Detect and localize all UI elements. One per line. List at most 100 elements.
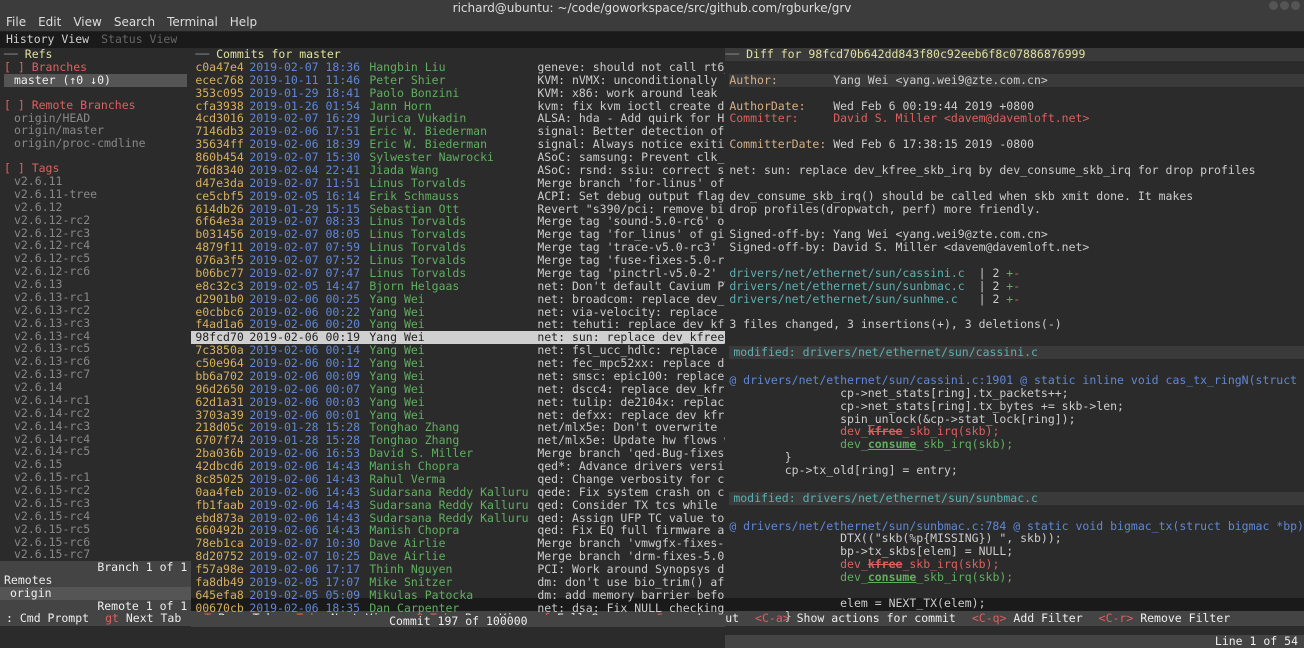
commit-row[interactable]: 4879f112019-02-07 07:59 Linus TorvaldsMe… <box>191 241 725 254</box>
window-controls <box>1269 1 1300 10</box>
commit-row[interactable]: ecec7682019-10-11 11:46 Peter ShierKVM: … <box>191 74 725 87</box>
ref-tag[interactable]: v2.6.13 <box>4 278 187 291</box>
diff-ctx: } <box>729 609 791 623</box>
diff-signoff-2: Signed-off-by: David S. Miller <davem@da… <box>729 240 1089 254</box>
maximize-button[interactable] <box>1280 1 1289 10</box>
ref-tag[interactable]: v2.6.14-rc2 <box>4 407 187 420</box>
ref-tag[interactable]: v2.6.11 <box>4 175 187 188</box>
diff-ctx: cp->tx_old[ring] = entry; <box>729 463 957 477</box>
window-title: richard@ubuntu: ~/code/goworkspace/src/g… <box>453 1 852 15</box>
commit-row[interactable]: 4cd30162019-02-07 16:29 Jurica VukadinAL… <box>191 112 725 125</box>
diff-author-line: Author: Yang Wei <yang.wei9@zte.com.cn> <box>729 74 1304 87</box>
menu-search[interactable]: Search <box>114 16 155 29</box>
ref-tag[interactable]: v2.6.15-rc2 <box>4 484 187 497</box>
commits-title: Commits for master <box>191 48 725 61</box>
ref-tag[interactable]: v2.6.13-rc3 <box>4 317 187 330</box>
refs-panel: Refs [ ] Branches master (↑0 ↓0) [ ] Rem… <box>0 48 191 598</box>
commit-row[interactable]: 7146db32019-02-06 17:51 Eric W. Biederma… <box>191 125 725 138</box>
commit-row[interactable]: 860b4542019-02-07 15:30 Sylwester Nawroc… <box>191 151 725 164</box>
tab-bar: History View Status View <box>0 32 1304 48</box>
tab-history[interactable]: History View <box>6 33 89 47</box>
commit-row[interactable]: 76d83402019-02-04 22:41 Jiada WangASoC: … <box>191 164 725 177</box>
tab-status[interactable]: Status View <box>101 33 177 47</box>
diff-title: ── Diff for 98fcd70b642dd843f80c92eeb6f8… <box>725 48 1304 61</box>
ref-tag[interactable]: v2.6.13-rc2 <box>4 304 187 317</box>
diff-modified-2: modified: drivers/net/ethernet/sun/sunbm… <box>729 492 1304 505</box>
commit-row[interactable]: 076a3f52019-02-07 07:52 Linus TorvaldsMe… <box>191 254 725 267</box>
commit-row[interactable]: d47e3da2019-02-07 11:51 Linus TorvaldsMe… <box>191 177 725 190</box>
help-cmd-prompt: : Cmd Prompt <box>6 612 89 625</box>
ref-tag[interactable]: v2.6.14-rc1 <box>4 394 187 407</box>
commit-row[interactable]: c50e9642019-02-06 00:12 Yang Weinet: fec… <box>191 357 725 370</box>
commit-row[interactable]: 8d207522019-02-07 10:25 Dave AirlieMerge… <box>191 550 725 563</box>
ref-tag[interactable]: v2.6.15-rc3 <box>4 497 187 510</box>
ref-tag[interactable]: v2.6.12 <box>4 201 187 214</box>
commit-row[interactable]: 8c850252019-02-06 14:43 Rahul Vermaqed: … <box>191 473 725 486</box>
commit-row[interactable]: 42dbcd62019-02-06 14:43 Manish Chopraqed… <box>191 460 725 473</box>
commit-row[interactable]: 78eb1ca2019-02-07 10:30 Dave AirlieMerge… <box>191 537 725 550</box>
ref-tag[interactable]: v2.6.12-rc2 <box>4 214 187 227</box>
commit-row[interactable]: 0aa4feb2019-02-06 14:43 Sudarsana Reddy … <box>191 486 725 499</box>
ref-tag[interactable]: v2.6.13-rc1 <box>4 291 187 304</box>
diff-body-2: drop profiles(dropwatch, perf) more frie… <box>729 202 1041 216</box>
diff-modified-1: modified: drivers/net/ethernet/sun/cassi… <box>729 346 1304 359</box>
commit-row[interactable]: b0314562019-02-07 08:05 Linus TorvaldsMe… <box>191 228 725 241</box>
commit-row[interactable]: 3703a392019-02-06 00:01 Yang Weinet: def… <box>191 409 725 422</box>
commit-row[interactable]: 00670cb2019-02-06 18:35 Dan Carpenternet… <box>191 602 725 615</box>
refs-title: Refs <box>0 48 191 61</box>
commit-row[interactable]: bb6a7022019-02-06 00:09 Yang Weinet: sms… <box>191 370 725 383</box>
diff-subject: net: sun: replace dev_kfree_skb_irq by d… <box>729 163 1255 177</box>
commit-row[interactable]: ce5cbf52019-02-05 16:14 Erik SchmaussACP… <box>191 190 725 203</box>
commits-footer: Commit 197 of 100000 <box>191 615 725 628</box>
commit-row[interactable]: ebd873a2019-02-06 14:43 Sudarsana Reddy … <box>191 512 725 525</box>
commit-row[interactable]: d2901b02019-02-06 00:25 Yang Weinet: bro… <box>191 293 725 306</box>
minimize-button[interactable] <box>1269 1 1278 10</box>
ref-tag[interactable]: v2.6.14-rc3 <box>4 420 187 433</box>
commit-row[interactable]: b06bc772019-02-07 07:47 Linus TorvaldsMe… <box>191 267 725 280</box>
branches-header[interactable]: [ ] Branches <box>4 61 187 74</box>
menu-file[interactable]: File <box>6 16 26 29</box>
commit-row[interactable]: 353c0952019-01-29 18:41 Paolo BonziniKVM… <box>191 87 725 100</box>
commit-row[interactable]: f57a98e2019-02-06 17:17 Thinh NguyenPCI:… <box>191 563 725 576</box>
commit-row[interactable]: 218d05c2019-01-28 15:28 Tonghao Zhangnet… <box>191 421 725 434</box>
commit-row[interactable]: 62d1a312019-02-06 00:03 Yang Weinet: tul… <box>191 396 725 409</box>
ref-tag[interactable]: v2.6.15-rc5 <box>4 523 187 536</box>
diff-committer-line: Committer: David S. Miller <davem@daveml… <box>729 112 1304 125</box>
diff-commitdate-line: CommitterDate: Wed Feb 6 17:38:15 2019 -… <box>729 137 1034 151</box>
help-next-tab: gt Next Tab <box>105 612 181 625</box>
menu-bar: File Edit View Search Terminal Help <box>0 14 1304 32</box>
close-button[interactable] <box>1291 1 1300 10</box>
commit-row[interactable]: f4ad1a62019-02-06 00:20 Yang Weinet: teh… <box>191 318 725 331</box>
ref-tag[interactable]: v2.6.15-rc4 <box>4 510 187 523</box>
menu-edit[interactable]: Edit <box>38 16 61 29</box>
ref-remote[interactable]: origin/proc-cmdline <box>4 137 187 150</box>
commit-row[interactable]: e0cbbc62019-02-06 00:22 Yang Weinet: via… <box>191 306 725 319</box>
commit-row[interactable]: 6f64e3a2019-02-07 08:33 Linus TorvaldsMe… <box>191 215 725 228</box>
commits-panel: Commits for master c0a47e42019-02-07 18:… <box>191 48 725 598</box>
commit-row[interactable]: 6707f742019-01-28 15:28 Tonghao Zhangnet… <box>191 434 725 447</box>
ref-master-selected[interactable]: master (↑0 ↓0) <box>4 74 187 87</box>
commit-row[interactable]: 645efa82019-02-05 05:09 Mikulas Patockad… <box>191 589 725 602</box>
ref-tag[interactable]: v2.6.14 <box>4 381 187 394</box>
commit-row[interactable]: cfa39382019-01-26 01:54 Jann Hornkvm: fi… <box>191 100 725 113</box>
commit-row[interactable]: 614db262019-01-29 15:15 Sebastian OttRev… <box>191 203 725 216</box>
diff-add-line: dev_consume_skb_irq(skb); <box>729 570 1013 584</box>
menu-view[interactable]: View <box>73 16 101 29</box>
main-area: Refs [ ] Branches master (↑0 ↓0) [ ] Rem… <box>0 48 1304 598</box>
menu-help[interactable]: Help <box>230 16 257 29</box>
commit-row[interactable]: e8c32c32019-02-05 14:47 Bjorn Helgaasnet… <box>191 280 725 293</box>
diff-summary: 3 files changed, 3 insertions(+), 3 dele… <box>729 317 1061 331</box>
commit-row[interactable]: 660492b2019-02-06 14:43 Manish Chopraqed… <box>191 524 725 537</box>
commit-row[interactable]: 7c3850a2019-02-06 00:14 Yang Weinet: fsl… <box>191 344 725 357</box>
remote-branches-header[interactable]: [ ] Remote Branches <box>4 99 187 112</box>
commit-row[interactable]: fb1faab2019-02-06 14:43 Sudarsana Reddy … <box>191 499 725 512</box>
commit-row[interactable]: 35634ff2019-02-06 18:39 Eric W. Biederma… <box>191 138 725 151</box>
diff-panel: ── Diff for 98fcd70b642dd843f80c92eeb6f8… <box>725 48 1304 598</box>
ref-tag[interactable]: v2.6.11-tree <box>4 188 187 201</box>
commit-row[interactable]: fa8db492019-02-05 17:07 Mike Snitzerdm: … <box>191 576 725 589</box>
commit-row[interactable]: 96d26502019-02-06 00:07 Yang Weinet: dsc… <box>191 383 725 396</box>
commit-row[interactable]: c0a47e42019-02-07 18:36 Hangbin Liugenev… <box>191 61 725 74</box>
menu-terminal[interactable]: Terminal <box>167 16 218 29</box>
commit-row[interactable]: 98fcd702019-02-06 00:19 Yang Weinet: sun… <box>191 331 725 344</box>
commit-row[interactable]: 2ba036b2019-02-06 16:53 David S. MillerM… <box>191 447 725 460</box>
